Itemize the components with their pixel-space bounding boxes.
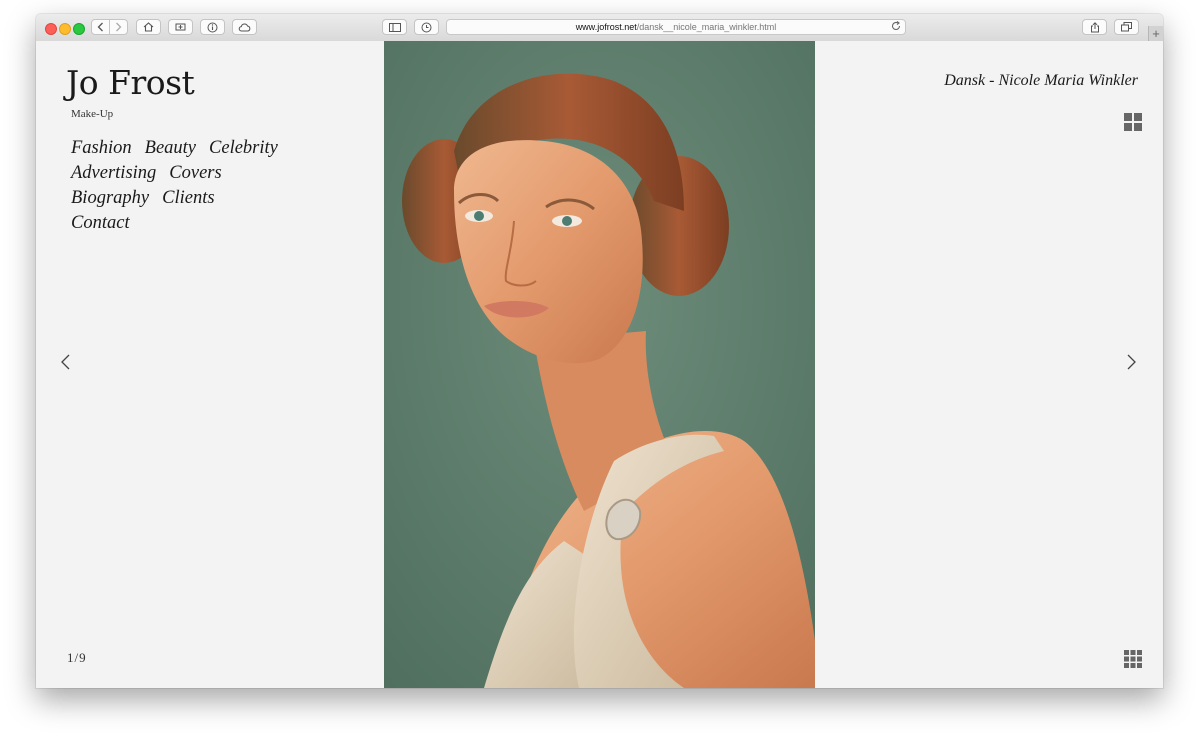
extension-button[interactable]: [168, 19, 193, 35]
nav-row: Biography Clients: [71, 187, 311, 210]
site-logo[interactable]: Jo Frost: [66, 63, 195, 102]
address-bar[interactable]: www.jofrost.net/dansk__nicole_maria_wink…: [446, 19, 906, 35]
browser-toolbar: www.jofrost.net/dansk__nicole_maria_wink…: [36, 14, 1163, 42]
back-forward-group: [91, 19, 128, 35]
info-button[interactable]: [200, 19, 225, 35]
url-path: /dansk__nicole_maria_winkler.html: [636, 22, 777, 32]
share-icon: [1090, 21, 1099, 32]
tabs-icon: [1121, 22, 1132, 32]
zoom-window-button[interactable]: [73, 23, 85, 35]
page-content: Jo Frost Make-Up Fashion Beauty Celebrit…: [36, 41, 1163, 688]
close-window-button[interactable]: [45, 23, 57, 35]
nav-item-contact[interactable]: Contact: [71, 212, 130, 235]
nav-item-fashion[interactable]: Fashion: [71, 137, 132, 160]
chevron-left-icon: [97, 22, 103, 32]
nav-item-beauty[interactable]: Beauty: [145, 137, 196, 160]
chevron-right-icon: [1127, 354, 1136, 370]
home-icon: [143, 22, 154, 32]
nav-item-celebrity[interactable]: Celebrity: [209, 137, 278, 160]
gallery-photo[interactable]: [384, 41, 815, 688]
next-image-button[interactable]: [1123, 352, 1139, 372]
browser-window: www.jofrost.net/dansk__nicole_maria_wink…: [36, 14, 1163, 688]
sidebar-button[interactable]: [382, 19, 407, 35]
url-host: www.jofrost.net: [575, 22, 637, 32]
main-nav: Fashion Beauty Celebrity Advertising Cov…: [71, 137, 311, 237]
nav-item-clients[interactable]: Clients: [162, 187, 214, 210]
prev-image-button[interactable]: [58, 352, 74, 372]
nav-item-biography[interactable]: Biography: [71, 187, 149, 210]
share-button[interactable]: [1082, 19, 1107, 35]
clock-icon: [421, 22, 432, 32]
info-icon: [207, 22, 218, 32]
tabs-overview-button[interactable]: [1114, 19, 1139, 35]
forward-button[interactable]: [109, 20, 127, 34]
cloud-icon: [238, 23, 251, 31]
minimize-window-button[interactable]: [59, 23, 71, 35]
reload-button[interactable]: [891, 21, 901, 34]
history-button[interactable]: [414, 19, 439, 35]
nav-row: Advertising Covers: [71, 162, 311, 185]
thumbnail-view-button[interactable]: [1124, 113, 1142, 131]
nav-row: Contact: [71, 212, 311, 235]
home-button[interactable]: [136, 19, 161, 35]
nav-row: Fashion Beauty Celebrity: [71, 137, 311, 160]
sparkle-icon: [175, 23, 186, 31]
portrait-image: [384, 41, 815, 688]
grid-3x3-icon: [1124, 650, 1142, 668]
nav-item-advertising[interactable]: Advertising: [71, 162, 156, 185]
nav-item-covers[interactable]: Covers: [169, 162, 221, 185]
image-counter: 1/9: [67, 650, 87, 665]
chevron-right-icon: [116, 22, 122, 32]
grid-view-button[interactable]: [1124, 650, 1142, 668]
reload-icon: [891, 21, 901, 30]
back-button[interactable]: [92, 20, 109, 34]
site-tagline: Make-Up: [71, 108, 114, 120]
cloud-button[interactable]: [232, 19, 257, 35]
grid-2x2-icon: [1124, 113, 1142, 131]
sidebar-icon: [388, 22, 401, 32]
plus-icon: +: [1152, 26, 1160, 41]
chevron-left-icon: [61, 354, 70, 370]
new-tab-button[interactable]: +: [1148, 26, 1163, 41]
gallery-title: Dansk - Nicole Maria Winkler: [944, 72, 1138, 89]
